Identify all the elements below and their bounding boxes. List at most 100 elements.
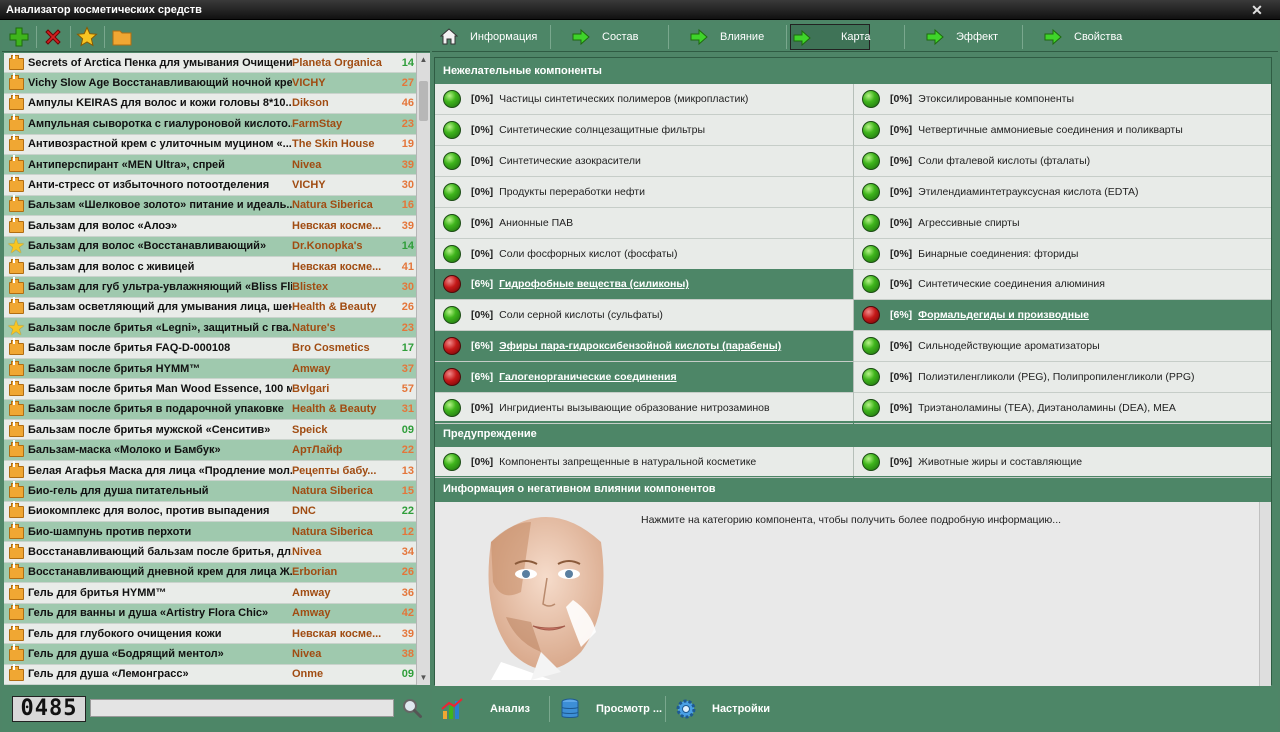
component-category[interactable]: [0%] Анионные ПАВ [435,208,853,239]
product-folder-icon [8,501,26,519]
component-category[interactable]: [0%] Этилендиаминтетрауксусная кислота (E… [854,177,1271,208]
category-percent: [6%] [471,278,494,291]
product-row[interactable]: Secrets of Arctica Пенка для умывания Оч… [4,53,416,74]
category-label: Ингридиенты вызывающие образование нитро… [499,402,770,414]
product-name: Восстанавливающий дневной крем для лица … [28,566,292,579]
component-category[interactable]: [0%] Полиэтиленгликоли (PEG), Полипропиле… [854,362,1271,394]
component-category[interactable]: [0%] Синтетические соединения алюминия [854,269,1271,301]
info-scrollbar[interactable] [1259,502,1271,686]
component-category[interactable]: [0%] Ингридиенты вызывающие образование н… [435,393,853,424]
component-category[interactable]: [0%] Животные жиры и составляющие [854,447,1271,478]
product-score: 09 [401,423,414,436]
product-row[interactable]: Био-гель для душа питательный Natura Sibe… [4,480,416,502]
add-button[interactable] [6,25,32,49]
product-row[interactable]: Бальзам «Шелковое золото» питание и идеа… [4,195,416,217]
product-name: Secrets of Arctica Пенка для умывания Оч… [28,56,292,69]
view-button[interactable]: Просмотр ... [558,694,662,724]
favorite-button[interactable] [74,25,100,49]
scroll-down-icon[interactable]: ▼ [417,671,430,685]
product-row[interactable]: Восстанавливающий бальзам после бритья, … [4,542,416,563]
product-row[interactable]: Антиперспирант «MEN Ultra», спрей Nivea 39 [4,154,416,176]
tab-5[interactable]: Эффект [910,24,1022,50]
component-category[interactable]: [0%] Продукты переработки нефти [435,177,853,208]
product-row[interactable]: Бальзам для губ ультра-увлажняющий «Blis… [4,276,416,298]
category-percent: [6%] [890,309,913,322]
tab-4[interactable]: Карта [790,24,870,50]
component-category[interactable]: [0%] Этоксилированные компоненты [854,84,1271,115]
component-category[interactable]: [6%] Галогенорганические соединения [435,362,853,394]
component-category[interactable]: [0%] Сильнодействующие ароматизаторы [854,331,1271,363]
component-category[interactable]: [0%] Соли фосфорных кислот (фосфаты) [435,239,853,270]
tab-6[interactable]: Свойства [1028,24,1140,50]
product-name: Био-гель для душа питательный [28,484,209,497]
product-row[interactable]: Бальзам-маска «Молоко и Бамбук» АртЛайф 22 [4,440,416,461]
product-row[interactable]: Белая Агафья Маска для лица «Продление м… [4,460,416,482]
component-category[interactable]: [6%] Формальдегиды и производные [854,300,1271,332]
tab-3[interactable]: Влияние [674,24,786,50]
product-row[interactable]: Бальзам после бритья HYMM™ Amway 37 [4,358,416,380]
category-label: Синтетические азокрасители [499,154,641,167]
search-button[interactable] [401,697,423,719]
close-button[interactable]: ✕ [1248,1,1266,19]
green-status-icon [443,453,461,471]
product-row[interactable]: Бальзам после бритья FAQ-D-000108 Bro Cos… [4,338,416,359]
product-row[interactable]: Бальзам после бритья Man Wood Essence, 1… [4,378,416,400]
category-percent: [0%] [471,247,494,260]
category-label: Эфиры пара-гидроксибензойной кислоты (па… [499,340,782,353]
component-category[interactable]: [0%] Бинарные соединения: фториды [854,239,1271,270]
product-brand: Health & Beauty [292,301,377,314]
settings-button[interactable]: Настройки [674,694,770,724]
product-row[interactable]: Бальзам для волос с живицей Невская косме… [4,256,416,278]
delete-button[interactable] [40,25,66,49]
component-category[interactable]: [6%] Эфиры пара-гидроксибензойной кислоты… [435,331,853,363]
product-row[interactable]: Vichy Slow Age Восстанавливающий ночной … [4,73,416,94]
component-category[interactable]: [0%] Четвертичные аммониевые соединения и… [854,115,1271,146]
product-row[interactable]: Бальзам осветляющий для умывания лица, ш… [4,297,416,319]
product-folder-icon [8,53,26,71]
product-row[interactable]: Антивозрастной крем с улиточным муцином … [4,134,416,155]
product-row[interactable]: ★ Бальзам для волос «Восстанавливающий» Dr… [4,236,416,257]
list-scrollbar[interactable]: ▲ ▼ [416,53,430,685]
scroll-up-icon[interactable]: ▲ [417,53,430,67]
component-category[interactable]: [0%] Синтетические солнцезащитные фильтры [435,115,853,146]
tab-2[interactable]: Состав [556,24,668,50]
category-label: Этилендиаминтетрауксусная кислота (EDTA) [918,185,1139,198]
product-row[interactable]: Гель для бритья HYMM™ Amway 36 [4,582,416,604]
product-name: Гель для глубокого очищения кожи [28,627,222,640]
category-percent: [0%] [471,309,494,322]
component-category[interactable]: [0%] Агрессивные спирты [854,208,1271,239]
product-row[interactable]: Гель для душа «Лемонграсс» Onme 09 [4,664,416,685]
component-category[interactable]: [0%] Соли фталевой кислоты (фталаты) [854,146,1271,177]
open-folder-button[interactable] [109,25,135,49]
component-category[interactable]: [0%] Частицы синтетических полимеров (мик… [435,84,853,115]
product-row[interactable]: Бальзам для волос «Алоэ» Невская косме...… [4,215,416,237]
category-label: Триэтаноламины (TEA), Диэтаноламины (DEA… [918,402,1176,414]
product-list[interactable]: Secrets of Arctica Пенка для умывания Оч… [4,53,416,685]
product-row[interactable]: Анти-стресс от избыточного потоотделения… [4,175,416,196]
product-row[interactable]: Ампулы KEIRAS для волос и кожи головы 8*… [4,93,416,115]
component-category[interactable]: [6%] Гидрофобные вещества (силиконы) [435,269,853,301]
product-row[interactable]: Гель для глубокого очищения кожи Невская … [4,623,416,645]
component-category[interactable]: [0%] Триэтаноламины (TEA), Диэтаноламины … [854,393,1271,424]
product-folder-icon [8,480,26,499]
tab-1[interactable]: Информация [438,24,550,50]
search-input[interactable] [90,699,394,717]
product-row[interactable]: ★ Бальзам после бритья «Legni», защитный … [4,318,416,339]
category-label: Полиэтиленгликоли (PEG), Полипропиленгли… [918,371,1195,384]
scroll-thumb[interactable] [419,81,428,121]
product-row[interactable]: Бальзам после бритья мужской «Сенситив» S… [4,419,416,441]
component-category[interactable]: [0%] Компоненты запрещенные в натуральной… [435,447,853,478]
product-row[interactable]: Биокомплекс для волос, против выпадения D… [4,501,416,522]
product-row[interactable]: Восстанавливающий дневной крем для лица … [4,562,416,584]
component-category[interactable]: [0%] Синтетические азокрасители [435,146,853,177]
product-folder-icon [8,419,26,438]
product-row[interactable]: Гель для душа «Бодрящий ментол» Nivea 38 [4,644,416,665]
product-row[interactable]: Био-шампунь против перхоти Natura Siberic… [4,521,416,543]
product-score: 34 [401,546,414,559]
product-score: 46 [401,97,414,110]
product-row[interactable]: Ампульная сыворотка с гиалуроновой кисло… [4,113,416,135]
product-row[interactable]: Бальзам после бритья в подарочной упаков… [4,399,416,421]
analysis-button[interactable]: Анализ [440,694,530,724]
component-category[interactable]: [0%] Соли серной кислоты (сульфаты) [435,300,853,332]
product-row[interactable]: Гель для ванны и душа «Artistry Flora Ch… [4,603,416,624]
